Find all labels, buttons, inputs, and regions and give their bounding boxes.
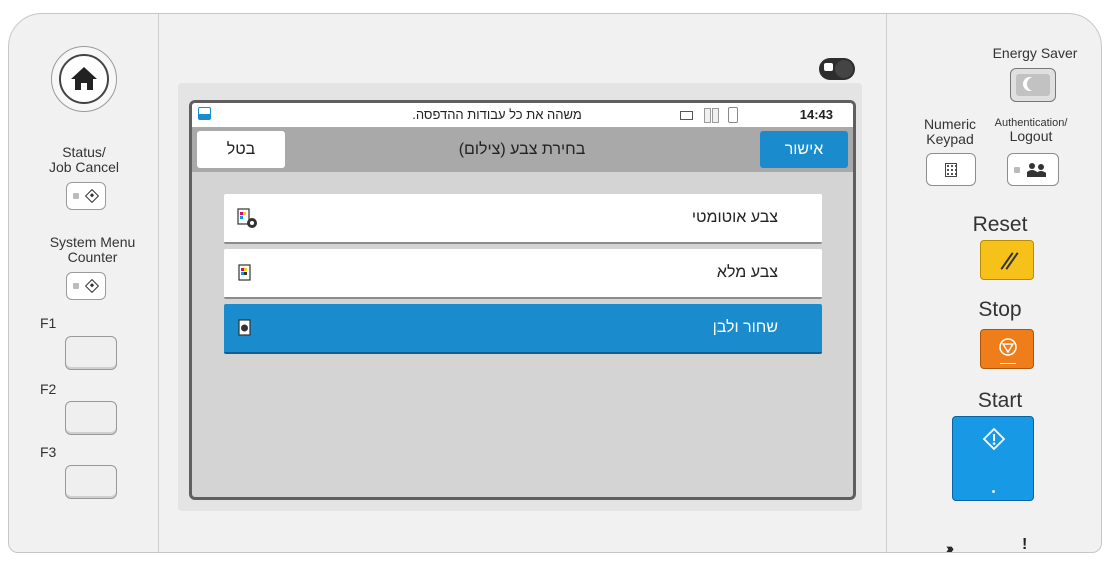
energy-saver-button[interactable] [1010,68,1056,102]
lock-icon [824,63,833,71]
black-white-icon [236,318,258,345]
numeric-keypad-label: Numeric Keypad [923,116,977,147]
processing-indicator-icon: ››› [946,540,954,556]
attention-indicator: ! [1022,536,1028,553]
start-icon [982,427,1006,451]
option-full-color[interactable]: צבע מלא [224,249,822,299]
paper-tray-icon [704,108,711,123]
option-label: צבע מלא [716,264,778,281]
page-title: בחירת צבע (צילום) [458,141,586,158]
moon-icon [1027,77,1041,91]
status-message: משהה את כל עבודות ההדפסה. [412,107,582,122]
users-icon [1027,163,1046,177]
clock: 14:43 [799,107,833,122]
reset-button[interactable] [980,240,1034,280]
option-label: צבע אוטומטי [691,209,778,226]
reset-label: Reset [972,213,1028,236]
option-black-white[interactable]: שחור ולבן [224,304,822,354]
authentication-logout-button[interactable] [1007,153,1059,186]
title-bar: בטל בחירת צבע (צילום) אישור [192,127,853,172]
home-button[interactable] [51,46,117,112]
paper-tray-icon-2 [712,108,719,123]
network-icon [680,111,693,120]
f1-button[interactable] [65,336,117,370]
system-menu-counter-button[interactable] [66,272,106,300]
energy-saver-label: Energy Saver [992,45,1078,61]
start-button[interactable] [952,416,1034,501]
stop-button[interactable] [980,329,1034,369]
numeric-keypad-button[interactable] [926,153,976,186]
full-color-icon [236,263,258,290]
f1-label: F1 [40,315,57,331]
f3-label: F3 [40,444,57,460]
touch-screen: משהה את כל עבודות ההדפסה. 14:43 בטל בחיר… [189,100,856,500]
stop-icon [999,338,1017,356]
job-status-icon[interactable] [198,107,211,120]
left-divider [158,14,159,552]
status-icon [84,188,100,204]
status-job-cancel-label: Status/ Job Cancel [48,144,120,175]
toner-icon [728,107,738,123]
cancel-button[interactable]: בטל [197,131,285,168]
lock-toggle[interactable] [819,58,855,80]
status-bar: משהה את כל עבודות ההדפסה. 14:43 [192,103,853,127]
f3-button[interactable] [65,465,117,499]
f2-button[interactable] [65,401,117,435]
home-icon [59,54,109,104]
status-job-cancel-button[interactable] [66,182,106,210]
system-menu-counter-label: System Menu Counter [49,234,136,265]
system-menu-icon [84,278,100,294]
ok-button[interactable]: אישור [760,131,848,168]
f2-label: F2 [40,381,57,397]
stop-label: Stop [978,298,1022,321]
auto-color-icon [236,208,258,235]
option-auto-color[interactable]: צבע אוטומטי [224,194,822,244]
start-label: Start [977,389,1023,412]
right-divider [886,14,887,552]
authentication-logout-label: Authentication/ Logout [994,117,1068,144]
option-label: שחור ולבן [712,319,778,336]
keypad-icon [945,163,957,177]
